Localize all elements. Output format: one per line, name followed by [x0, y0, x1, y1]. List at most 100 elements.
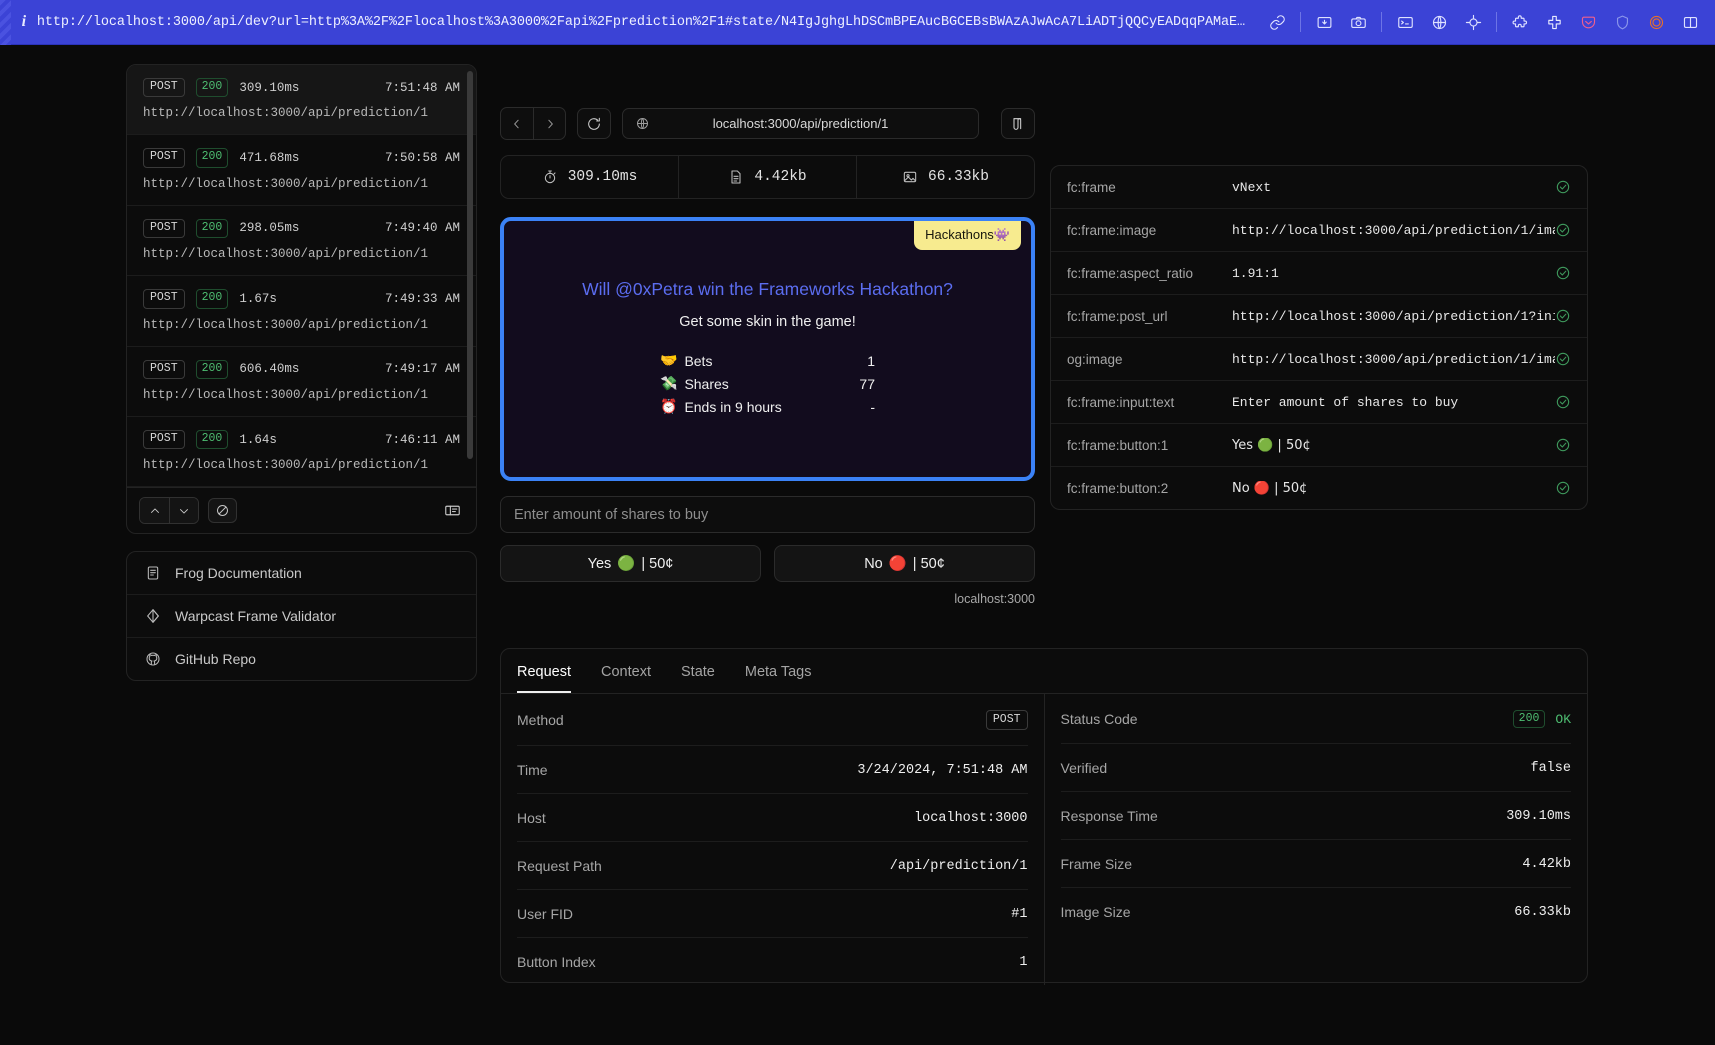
address-bar[interactable]: http://localhost:3000/api/dev?url=http%3… — [37, 15, 1260, 30]
link-icon[interactable] — [1260, 7, 1294, 37]
chrome-divider — [1496, 12, 1497, 32]
pocket-icon[interactable] — [1571, 7, 1605, 37]
request-status-chip: 200 — [195, 359, 229, 379]
link-github-repo[interactable]: GitHub Repo — [127, 638, 476, 680]
frame-action-buttons: Yes 🟢 | 50¢ No 🔴 | 50¢ — [500, 545, 1035, 582]
request-list-scrollbar[interactable] — [467, 71, 473, 459]
history-button-group — [500, 107, 566, 140]
red-circle-emoji: 🔴 — [888, 556, 907, 572]
request-summary: POST 200 606.40ms 7:49:17 AM — [143, 359, 460, 379]
request-list-item[interactable]: POST 200 471.68ms 7:50:58 AM http://loca… — [127, 135, 476, 206]
check-circle-icon — [1555, 222, 1571, 238]
link-warpcast-frame-validator[interactable]: Warpcast Frame Validator — [127, 595, 476, 639]
meta-tag-row: fc:frame:image http://localhost:3000/api… — [1051, 209, 1587, 252]
forward-button[interactable] — [533, 108, 565, 139]
archive-box-icon[interactable] — [1307, 7, 1341, 37]
chevron-down-icon[interactable] — [169, 498, 198, 524]
detail-key: Status Code — [1060, 711, 1138, 727]
request-list-panel: POST 200 309.10ms 7:51:48 AM http://loca… — [126, 64, 477, 535]
request-method-chip: POST — [143, 429, 185, 450]
export-frame-button[interactable] — [1001, 108, 1035, 139]
request-duration: 298.05ms — [239, 221, 300, 236]
request-list-toolbar — [127, 487, 476, 533]
terminal-icon[interactable] — [1388, 7, 1422, 37]
meta-tag-row: fc:frame:button:2 No 🔴 | 50¢ — [1051, 467, 1587, 509]
detail-row-image-size: Image Size 66.33kb — [1061, 888, 1572, 935]
request-url: http://localhost:3000/api/prediction/1 — [143, 317, 429, 332]
panel-toggle-icon[interactable] — [440, 500, 464, 522]
meta-tag-row: fc:frame:post_url http://localhost:3000/… — [1051, 295, 1587, 338]
request-summary: POST 200 1.64s 7:46:11 AM — [143, 429, 460, 450]
frame-url-bar[interactable]: localhost:3000/api/prediction/1 — [622, 108, 979, 139]
globe-icon[interactable] — [1422, 7, 1456, 37]
request-method-chip: POST — [143, 289, 185, 309]
target-icon[interactable] — [1456, 7, 1490, 37]
stat-text: Ends in 9 hours — [684, 399, 782, 415]
chevron-up-icon[interactable] — [140, 498, 169, 524]
frame-button-yes[interactable]: Yes 🟢 | 50¢ — [500, 545, 761, 582]
medkit-icon[interactable] — [1537, 7, 1571, 37]
frame-button-no[interactable]: No 🔴 | 50¢ — [774, 545, 1035, 582]
meta-tag-row: fc:frame:aspect_ratio 1.91:1 — [1051, 252, 1587, 295]
request-url: http://localhost:3000/api/prediction/1 — [143, 247, 429, 262]
detail-columns: Method POST Time 3/24/2024, 7:51:48 AM H… — [501, 694, 1587, 985]
request-summary: POST 200 309.10ms 7:51:48 AM — [143, 78, 460, 98]
request-method-chip: POST — [143, 218, 185, 239]
clear-requests-button[interactable] — [208, 498, 237, 524]
metric-response-time: 309.10ms — [501, 156, 678, 198]
frame-stat-label: ⏰ Ends in 9 hours — [660, 399, 782, 415]
camera-icon[interactable] — [1341, 7, 1375, 37]
shares-amount-input[interactable] — [500, 496, 1035, 533]
request-timestamp: 7:49:17 AM — [384, 362, 460, 377]
frame-stat-value: 1 — [867, 353, 875, 369]
warpcast-icon — [145, 608, 161, 624]
shield-icon[interactable] — [1605, 7, 1639, 37]
frame-title: Will @0xPetra win the Frameworks Hackath… — [582, 279, 953, 299]
button-price: | 50¢ — [912, 555, 945, 572]
tab-state[interactable]: State — [681, 664, 715, 693]
check-circle-icon — [1555, 179, 1571, 195]
tab-context[interactable]: Context — [601, 664, 651, 693]
sidebar-icon[interactable] — [1673, 7, 1707, 37]
meta-tag-row: og:image http://localhost:3000/api/predi… — [1051, 338, 1587, 381]
request-method-chip: POST — [143, 78, 185, 98]
detail-key: User FID — [517, 906, 573, 922]
request-list-item[interactable]: POST 200 1.67s 7:49:33 AM http://localho… — [127, 276, 476, 347]
link-frog-documentation[interactable]: Frog Documentation — [127, 552, 476, 596]
info-icon: i — [21, 13, 27, 30]
tab-meta-tags[interactable]: Meta Tags — [745, 664, 812, 693]
frame-preview-column: localhost:3000/api/prediction/1 309.10ms… — [500, 107, 1035, 606]
firefox-icon[interactable] — [1639, 7, 1673, 37]
stat-text: Bets — [684, 353, 713, 369]
document-icon — [145, 565, 161, 581]
button-label: No — [864, 555, 883, 572]
refresh-button[interactable] — [577, 108, 611, 139]
puzzle-icon[interactable] — [1503, 7, 1537, 37]
back-button[interactable] — [501, 108, 533, 139]
request-list-item[interactable]: POST 200 1.64s 7:46:11 AM http://localho… — [127, 417, 476, 488]
green-circle-emoji: 🟢 — [617, 556, 636, 572]
request-list-item[interactable]: POST 200 606.40ms 7:49:17 AM http://loca… — [127, 347, 476, 417]
github-icon — [145, 651, 161, 667]
request-list-item[interactable]: POST 200 309.10ms 7:51:48 AM http://loca… — [127, 65, 476, 136]
meta-tag-key: fc:frame:aspect_ratio — [1067, 265, 1194, 281]
window-drag-stripe[interactable] — [0, 0, 11, 45]
meta-tag-value: Enter amount of shares to buy — [1232, 394, 1459, 410]
detail-row-verified: Verified false — [1060, 744, 1571, 792]
button-label: Yes — [587, 555, 612, 572]
request-timestamp: 7:49:33 AM — [384, 291, 460, 306]
request-duration: 309.10ms — [239, 80, 300, 95]
metric-value: 309.10ms — [567, 169, 638, 185]
metric-value: 4.42kb — [754, 169, 807, 185]
frame-stats-list: 🤝 Bets 1 💸 Shares 77 ⏰ Ends in 9 hours - — [660, 353, 875, 415]
check-circle-icon — [1555, 394, 1571, 410]
request-list[interactable]: POST 200 309.10ms 7:51:48 AM http://loca… — [127, 65, 476, 488]
meta-tag-key: og:image — [1067, 351, 1123, 367]
detail-value: 309.10ms — [1506, 808, 1571, 824]
tab-request[interactable]: Request — [517, 664, 572, 693]
request-list-item[interactable]: POST 200 298.05ms 7:49:40 AM http://loca… — [127, 206, 476, 277]
detail-value: #1 — [1011, 906, 1028, 922]
stat-text: Shares — [684, 376, 729, 392]
request-timestamp: 7:50:58 AM — [384, 151, 460, 166]
detail-key: Time — [517, 762, 548, 778]
